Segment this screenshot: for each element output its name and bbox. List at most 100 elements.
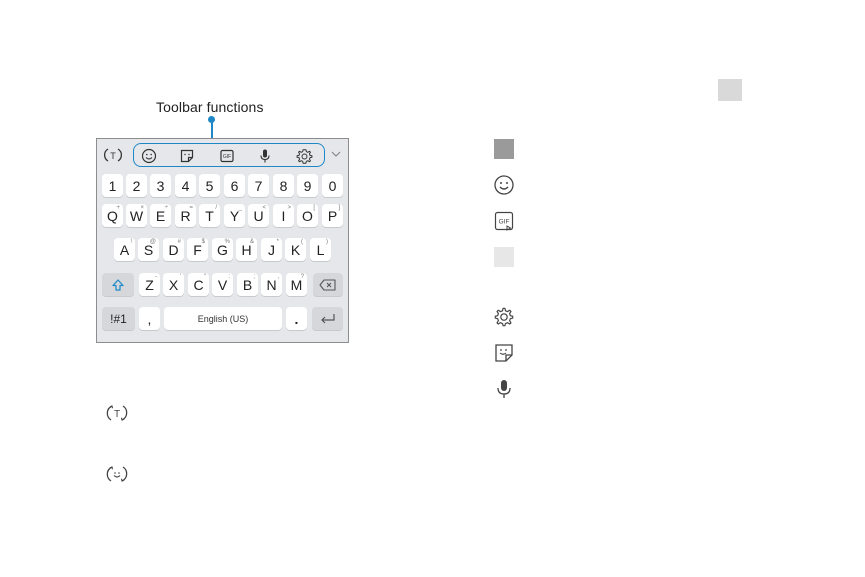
microphone-icon [493,378,515,400]
key-symbol: , [277,274,279,280]
key-j[interactable]: J * [261,238,282,261]
key-symbol: % [224,239,230,245]
key-d[interactable]: D # [163,238,184,261]
gear-icon [493,306,515,328]
key-symbol: _ [238,205,242,211]
key-m[interactable]: M? [286,273,307,296]
key-n[interactable]: N, [261,273,282,296]
mode-switch-icon[interactable]: T [102,145,124,165]
key-symbol: < [262,205,266,211]
key-symbol: ÷ [164,205,168,211]
key-u[interactable]: U < [248,204,269,227]
key-p[interactable]: P] [322,204,343,227]
key-l[interactable]: L) [310,238,331,261]
key-label: X [168,276,179,293]
key-2[interactable]: 2 [126,174,147,197]
shift-icon [112,278,124,291]
key-label: F [193,241,202,258]
enter-icon [320,313,335,323]
chevron-down-icon[interactable] [329,147,343,161]
key-symbol: / [215,205,217,211]
key-symbol: + [116,205,120,211]
key-7[interactable]: 7 [248,174,269,197]
grey-square-top [718,79,742,101]
space-key[interactable]: English (US) [164,307,282,330]
symbols-key[interactable]: !#1 [102,307,135,330]
key-label: J [268,241,275,258]
key-3[interactable]: 3 [150,174,171,197]
key-symbol: # [177,239,181,245]
shift-key[interactable] [102,273,134,296]
period-key[interactable]: . [286,307,307,330]
key-o[interactable]: O[ [297,204,318,227]
key-b[interactable]: B; [237,273,258,296]
key-f[interactable]: F $ [187,238,208,261]
key-label: P [327,207,338,224]
key-label: A [119,241,130,258]
backspace-icon [319,278,336,291]
key-z[interactable]: Z- [139,273,160,296]
gear-icon[interactable] [295,147,313,165]
key-g[interactable]: G% [212,238,233,261]
svg-text:T: T [110,151,116,161]
toolbar-functions-group: GIF [133,143,325,167]
key-v[interactable]: V: [212,273,233,296]
key-y[interactable]: Y _ [224,204,245,227]
key-label: B [242,276,253,293]
key-4[interactable]: 4 [175,174,196,197]
key-1[interactable]: 1 [102,174,123,197]
key-h[interactable]: H & [236,238,257,261]
gif-icon[interactable]: GIF [218,147,236,165]
key-label: K [290,241,301,258]
key-symbol: ] [338,205,340,211]
keyboard: T GIF 1 2 3 4 5 6 7 8 9 0 Q + W × E ÷ R … [96,138,349,343]
key-symbol: " [203,274,206,280]
key-s[interactable]: S @ [138,238,159,261]
key-e[interactable]: E ÷ [150,204,171,227]
key-label: C [193,276,204,293]
toolbar-functions-callout: Toolbar functions [156,99,264,115]
key-label: V [217,276,228,293]
key-symbol: : [228,274,230,280]
keyboard-toolbar: T GIF [97,139,348,171]
key-9[interactable]: 9 [297,174,318,197]
key-symbol: ) [326,239,328,245]
key-label: I [281,207,286,224]
key-symbol: ? [300,274,304,280]
key-a[interactable]: A! [114,238,135,261]
microphone-icon[interactable] [256,147,274,165]
key-k[interactable]: K( [285,238,306,261]
key-w[interactable]: W × [126,204,147,227]
key-label: T [205,207,214,224]
key-t[interactable]: T / [199,204,220,227]
comma-key[interactable]: , [139,307,160,330]
emoji-icon[interactable] [140,147,158,165]
key-c[interactable]: C " [188,273,209,296]
key-8[interactable]: 8 [273,174,294,197]
grey-square-dark [493,138,515,160]
key-label: N [266,276,277,293]
key-q[interactable]: Q + [102,204,123,227]
backspace-key[interactable] [313,273,343,296]
mode-switch-text-icon: T [106,402,128,424]
grey-square-light-fill [494,247,514,267]
key-i[interactable]: I > [273,204,294,227]
key-symbol: ; [253,274,255,280]
key-r[interactable]: R = [175,204,196,227]
key-label: L [316,241,325,258]
key-x[interactable]: X ' [163,273,184,296]
key-0[interactable]: 0 [322,174,343,197]
key-symbol: = [189,205,193,211]
key-5[interactable]: 5 [199,174,220,197]
gif-icon: GIF [493,210,515,232]
emoji-icon [493,174,515,196]
sticker-icon [493,342,515,364]
callout-line [211,118,213,138]
enter-key[interactable] [312,307,343,330]
key-symbol: ' [179,274,181,280]
key-symbol: $ [201,239,205,245]
sticker-icon[interactable] [178,147,196,165]
key-6[interactable]: 6 [224,174,245,197]
key-symbol: * [276,239,279,245]
mode-switch-emoji-icon [106,463,128,485]
